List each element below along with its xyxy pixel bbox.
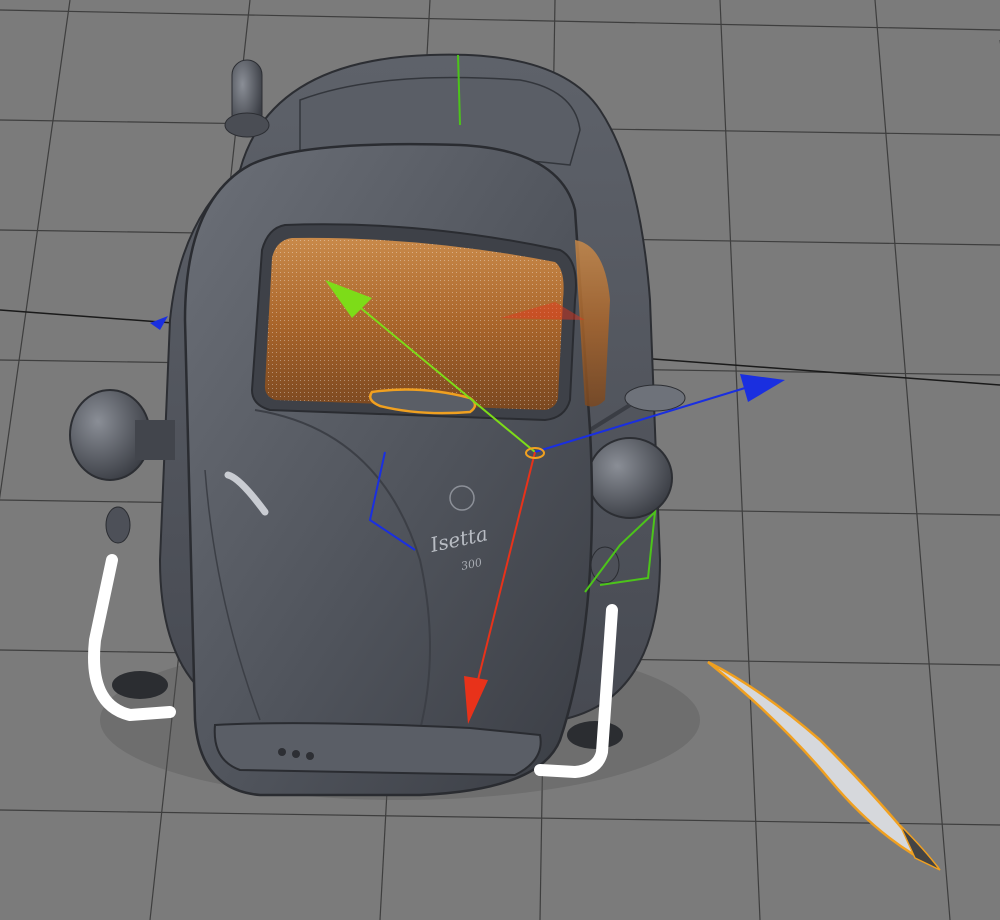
interior-mesh-overlay: [264, 237, 564, 410]
left-wheel: [112, 671, 168, 699]
3d-viewport[interactable]: Isetta 300: [0, 0, 1000, 920]
right-headlamp: [587, 437, 673, 519]
viewport-canvas[interactable]: Isetta 300: [0, 0, 1000, 920]
right-wheel: [567, 721, 623, 749]
front-apron: [213, 722, 542, 777]
left-indicator: [105, 506, 131, 544]
